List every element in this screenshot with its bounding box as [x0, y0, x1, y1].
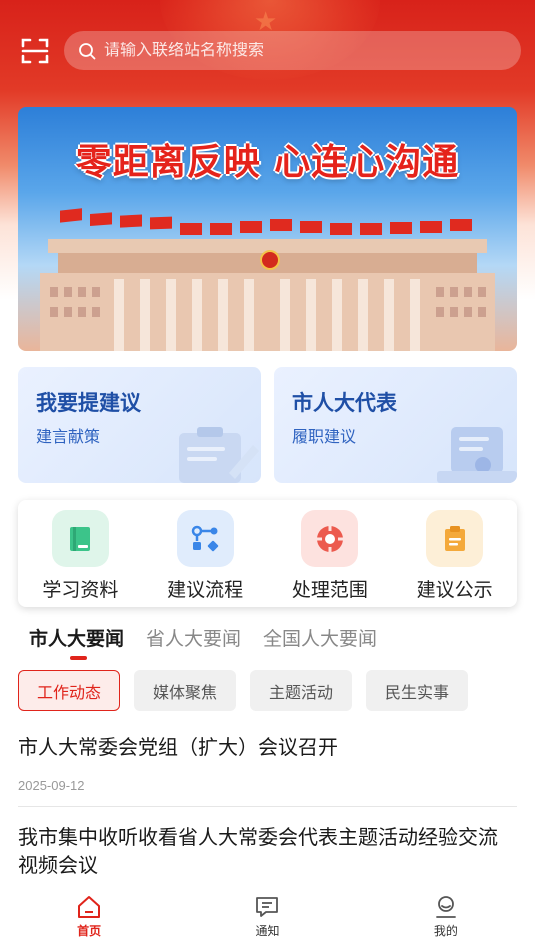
tab-province-news[interactable]: 省人大要闻 — [146, 624, 241, 651]
news-date: 2025-09-12 — [18, 778, 85, 793]
suggestion-card-subtitle: 建言献策 — [36, 429, 101, 446]
quick-item-label: 建议流程 — [167, 580, 244, 601]
nav-label: 我的 — [433, 924, 458, 938]
chip-theme-activities[interactable]: 主题活动 — [250, 670, 353, 711]
nav-label: 首页 — [77, 924, 102, 938]
user-icon — [435, 896, 456, 918]
clipboard-icon — [426, 510, 484, 567]
representative-card-title: 市人大代表 — [292, 392, 397, 415]
news-title: 市人大常委会党组（扩大）会议召开 — [18, 737, 338, 759]
flow-icon — [176, 510, 234, 567]
suggestion-card-title: 我要提建议 — [36, 392, 141, 415]
tab-city-news[interactable]: 市人大要闻 — [29, 624, 124, 651]
quick-item-study-materials[interactable]: 学习资料 — [18, 500, 143, 607]
great-hall-illustration — [40, 208, 495, 351]
quick-item-handling-scope[interactable]: 处理范围 — [268, 500, 393, 607]
bottom-nav: 首页 通知 我的 — [0, 884, 535, 951]
tab-national-news[interactable]: 全国人大要闻 — [263, 624, 377, 651]
quick-item-label: 处理范围 — [291, 580, 368, 601]
quick-item-suggestion-flow[interactable]: 建议流程 — [143, 500, 268, 607]
news-divider — [18, 806, 517, 807]
chip-media-focus[interactable]: 媒体聚焦 — [134, 670, 237, 711]
search-input[interactable] — [104, 41, 484, 60]
nav-label: 通知 — [255, 924, 280, 938]
active-tab-indicator — [70, 656, 87, 660]
target-icon — [301, 510, 359, 567]
scan-icon — [21, 38, 49, 64]
banner[interactable]: 零距离反映 心连心沟通 — [18, 107, 517, 351]
search-bar[interactable] — [64, 31, 521, 70]
suggestion-card[interactable]: 我要提建议 建言献策 — [18, 367, 261, 483]
representative-card[interactable]: 市人大代表 履职建议 — [274, 367, 517, 483]
filter-chips: 工作动态 媒体聚焦 主题活动 民生实事 — [18, 670, 469, 711]
document-person-icon — [437, 427, 517, 483]
representative-card-subtitle: 履职建议 — [292, 429, 357, 446]
scan-button[interactable] — [20, 36, 50, 66]
nav-mine[interactable]: 我的 — [357, 884, 535, 951]
quick-item-label: 学习资料 — [42, 580, 119, 601]
search-icon — [79, 42, 96, 59]
news-tabs: 市人大要闻 省人大要闻 全国人大要闻 — [29, 624, 377, 651]
book-icon — [51, 510, 109, 567]
message-icon — [256, 897, 279, 917]
nav-home[interactable]: 首页 — [0, 884, 178, 951]
home-icon — [78, 896, 101, 918]
quick-item-suggestion-publicity[interactable]: 建议公示 — [392, 500, 517, 607]
nav-notice[interactable]: 通知 — [178, 884, 356, 951]
chip-work-dynamics[interactable]: 工作动态 — [18, 670, 121, 711]
clipboard-edit-icon — [179, 427, 259, 483]
news-title: 我市集中收听收看省人大常委会代表主题活动经验交流视频会议 — [18, 827, 498, 877]
chip-livelihood[interactable]: 民生实事 — [366, 670, 469, 711]
quick-item-label: 建议公示 — [416, 580, 493, 601]
quick-menu: 学习资料 建议流程 处理范围 建议公示 — [18, 500, 517, 607]
news-item[interactable]: 我市集中收听收看省人大常委会代表主题活动经验交流视频会议 — [18, 824, 517, 880]
news-item[interactable]: 市人大常委会党组（扩大）会议召开 2025-09-12 — [18, 734, 517, 793]
